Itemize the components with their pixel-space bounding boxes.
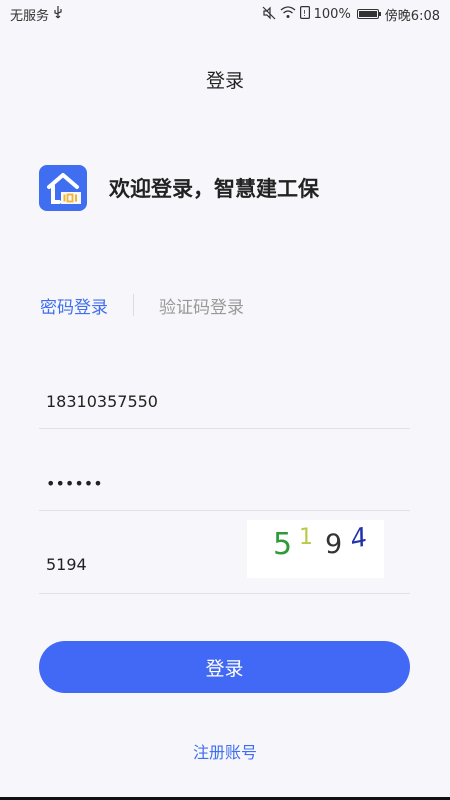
register-link[interactable]: 注册账号 (0, 739, 450, 763)
tab-password-login[interactable]: 密码登录 (40, 293, 108, 318)
mute-icon (262, 6, 276, 23)
password-input[interactable] (39, 474, 410, 493)
house-logo-icon (39, 165, 87, 211)
battery-percent: 100% (313, 6, 351, 22)
tab-divider (133, 294, 134, 316)
phone-input[interactable] (39, 392, 410, 411)
captcha-input[interactable] (39, 555, 239, 574)
status-right: ! 100% 傍晚6:08 (262, 5, 440, 24)
captcha-char-4: 4 (348, 522, 370, 555)
password-field (39, 474, 410, 511)
brand-row: 欢迎登录，智慧建工保 (39, 165, 319, 211)
login-button[interactable]: 登录 (39, 641, 410, 693)
page-title: 登录 (205, 70, 244, 92)
clock: 傍晚6:08 (384, 8, 440, 24)
carrier-text: 无服务 (10, 8, 50, 24)
wifi-icon (280, 6, 296, 22)
welcome-title: 欢迎登录，智慧建工保 (109, 177, 319, 201)
svg-text:!: ! (303, 9, 306, 18)
battery-fill (358, 11, 377, 17)
status-left: 无服务 (10, 5, 63, 24)
usb-icon (53, 5, 63, 23)
battery-icon (356, 9, 381, 19)
phone-field (39, 392, 410, 429)
captcha-field (39, 555, 410, 594)
sim-icon: ! (299, 6, 310, 22)
login-screen: 无服务 ! 100% 傍晚6:08 登录 欢迎登录，智慧建工保 密码登录 验证码… (0, 0, 450, 800)
login-mode-tabs: 密码登录 验证码登录 (40, 292, 244, 318)
status-bar: 无服务 ! 100% 傍晚6:08 (0, 0, 450, 28)
captcha-char-2: 1 (299, 525, 313, 550)
tab-code-login[interactable]: 验证码登录 (159, 293, 244, 318)
